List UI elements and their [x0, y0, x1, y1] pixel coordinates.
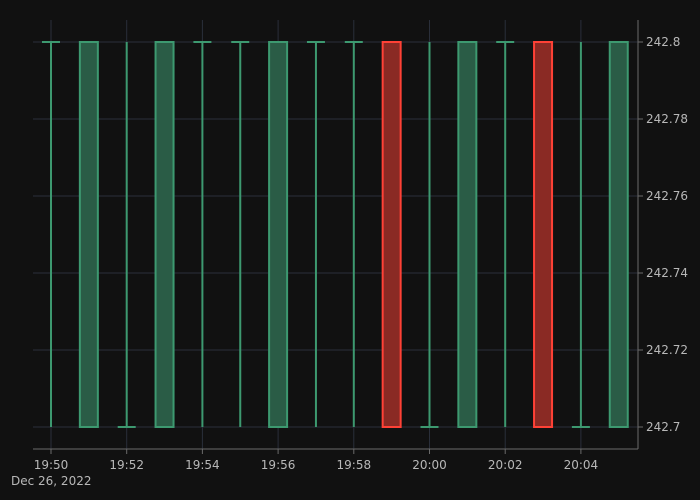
y-tick-label: 242.72: [646, 343, 688, 357]
y-tick-label: 242.76: [646, 189, 688, 203]
candle-increasing: [306, 41, 325, 427]
candle-body: [457, 41, 478, 428]
candlestick-chart: 19:50 19:52 19:54 19:56 19:58 20:00 20:02 20:04…: [0, 0, 700, 500]
candle-increasing: [78, 41, 99, 428]
candle-increasing: [344, 41, 363, 427]
candle-body: [78, 41, 99, 428]
candle-decreasing: [533, 41, 554, 428]
candle-increasing: [608, 41, 629, 428]
candle-increasing: [117, 42, 136, 428]
x-tick-label: 20:04: [564, 458, 599, 472]
x-tick-label: 19:54: [185, 458, 220, 472]
candle-increasing: [42, 41, 60, 427]
x-tick-label: 19:50: [34, 458, 69, 472]
x-date-label: Dec 26, 2022: [11, 474, 91, 488]
y-tick-label: 242.74: [646, 266, 688, 280]
x-tick-label: 20:00: [412, 458, 447, 472]
candle-increasing: [420, 42, 439, 428]
x-tick-label: 19:56: [261, 458, 296, 472]
chart-canvas: 19:50 19:52 19:54 19:56 19:58 20:00 20:02 20:04…: [11, 20, 688, 488]
y-tick-label: 242.8: [646, 35, 680, 49]
x-tick-label: 19:52: [109, 458, 144, 472]
candle-increasing: [193, 41, 212, 427]
candle-body: [608, 41, 629, 428]
candle-decreasing: [381, 41, 402, 428]
candle-increasing: [496, 41, 515, 427]
y-tick-label: 242.78: [646, 112, 688, 126]
candle-body: [154, 41, 175, 428]
candle-body: [533, 41, 554, 428]
y-tick-label: 242.7: [646, 420, 680, 434]
tick-labels: 19:50 19:52 19:54 19:56 19:58 20:00 20:02 20:04…: [11, 35, 688, 488]
candle-increasing: [571, 42, 590, 428]
candle-increasing: [154, 41, 175, 428]
candle-increasing: [268, 41, 289, 428]
x-tick-label: 19:58: [337, 458, 372, 472]
candle-body: [268, 41, 289, 428]
candle-body: [381, 41, 402, 428]
candle-increasing: [231, 41, 250, 427]
candle-increasing: [457, 41, 478, 428]
candles: [42, 41, 629, 428]
x-tick-label: 20:02: [488, 458, 523, 472]
